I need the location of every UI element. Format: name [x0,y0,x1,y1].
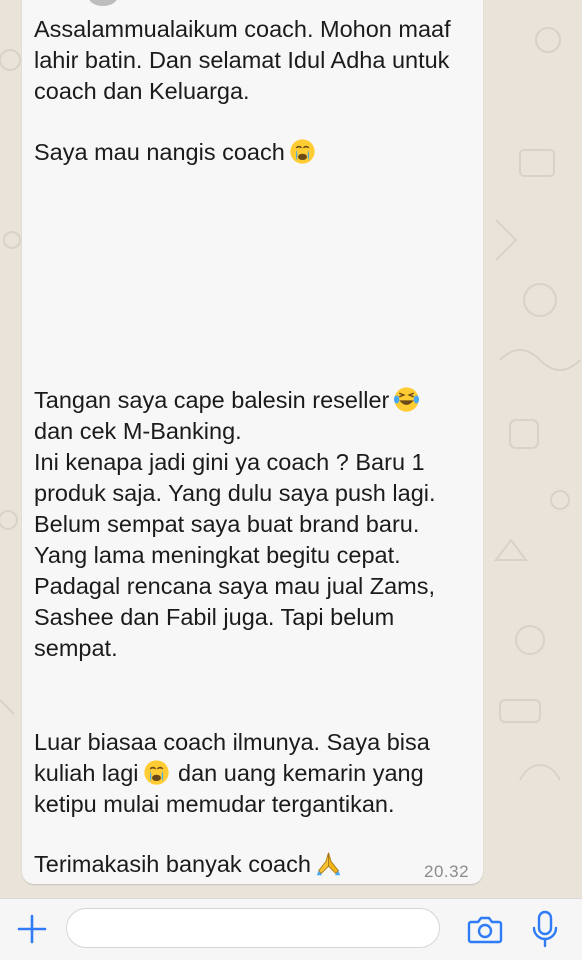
crying-face-emoji-icon [143,760,169,785]
message-paragraph-reseller: Tangan saya cape balesin reseller dan ce… [34,385,474,664]
message-input[interactable] [66,908,440,948]
message-paragraph-thanks-ilmu: Luar biasaa coach ilmunya. Saya bisa kul… [34,727,474,820]
message-text: ketipu mulai memudar tergantikan. [34,791,395,817]
message-paragraph-greeting: Assalammualaikum coach. Mohon maaf lahir… [34,16,451,104]
message-text: Luar biasaa coach ilmunya. Saya bisa [34,729,430,755]
microphone-icon[interactable] [531,910,559,948]
message-timestamp: 20.32 [424,862,470,881]
plus-icon[interactable] [16,913,48,945]
camera-icon[interactable] [467,913,503,945]
crying-face-emoji-icon [290,139,315,164]
message-paragraph-crying: Saya mau nangis coach [34,137,474,168]
folded-hands-emoji-icon [316,852,341,876]
message-paragraph-terimakasih: Terimakasih banyak coach [34,849,474,880]
message-text: dan cek M-Banking. Ini kenapa jadi gini … [34,418,436,661]
message-text: Tangan saya cape balesin reseller [34,387,390,413]
message-text: kuliah lagi [34,760,139,786]
message-input-bar [0,898,582,960]
message-text: Saya mau nangis coach [34,139,285,165]
message-text: Terimakasih banyak coach [34,851,311,877]
tears-of-joy-emoji-icon [394,387,420,412]
message-text: dan uang kemarin yang [171,760,424,786]
